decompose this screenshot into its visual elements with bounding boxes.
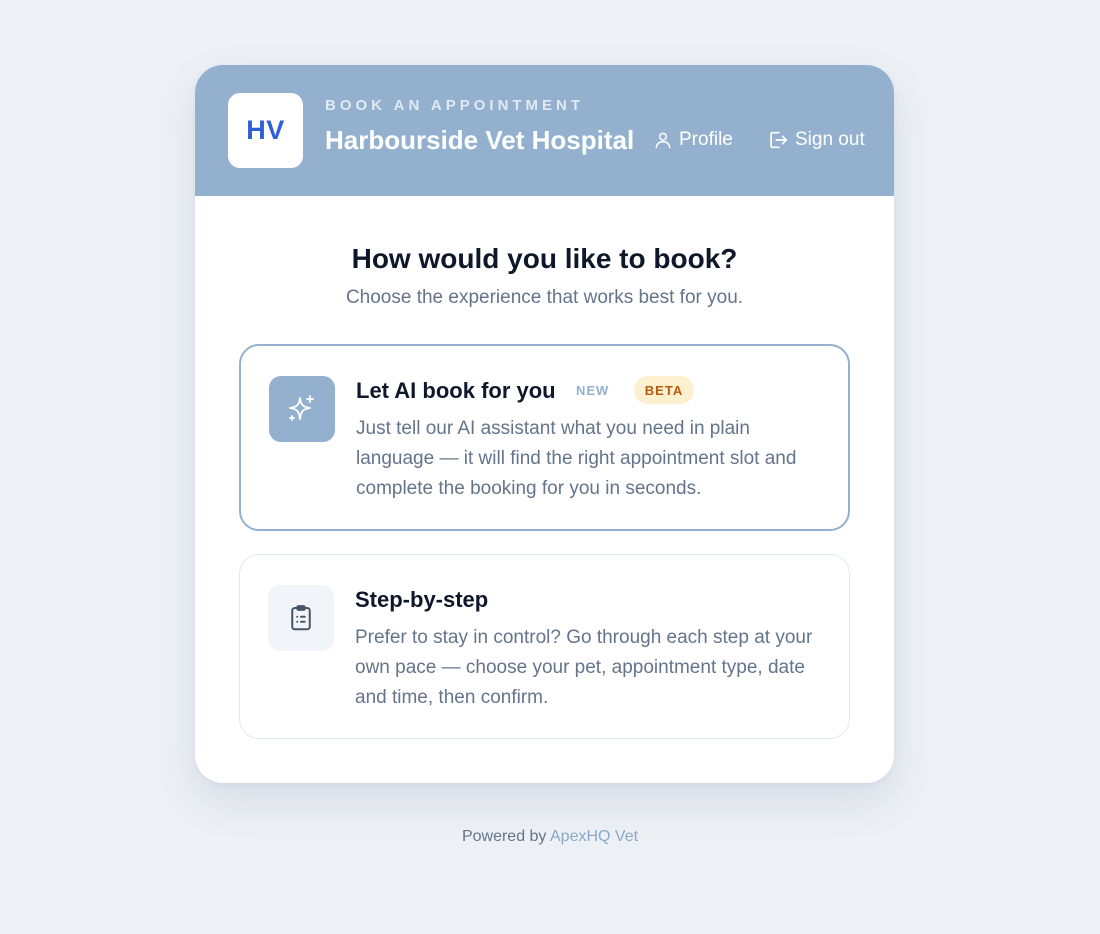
- hospital-name: Harbourside Vet Hospital: [325, 125, 635, 155]
- card-header: HV BOOK AN APPOINTMENT Harbourside Vet H…: [195, 65, 894, 196]
- sign-out-button[interactable]: Sign out: [767, 129, 865, 151]
- footer: Powered by ApexHQ Vet: [0, 828, 1100, 846]
- sparkle-icon: [269, 376, 335, 442]
- hospital-logo: HV: [228, 93, 303, 168]
- booking-card: HV BOOK AN APPOINTMENT Harbourside Vet H…: [195, 65, 894, 783]
- step-option-title: Step-by-step: [355, 587, 489, 612]
- new-tag: NEW: [576, 383, 610, 398]
- header-eyebrow: BOOK AN APPOINTMENT: [325, 97, 585, 114]
- clipboard-list-icon: [268, 585, 334, 651]
- profile-label: Profile: [679, 129, 733, 150]
- sign-out-icon: [767, 129, 789, 151]
- ai-option-description: Just tell our AI assistant what you need…: [356, 418, 797, 499]
- ai-booking-option[interactable]: Let AI book for you NEW BETA Just tell o…: [239, 344, 850, 531]
- footer-brand-link[interactable]: ApexHQ Vet: [550, 828, 638, 845]
- sign-out-label: Sign out: [795, 129, 865, 150]
- ai-option-title: Let AI book for you: [356, 378, 556, 403]
- logo-initials: HV: [246, 115, 285, 145]
- profile-button[interactable]: Profile: [653, 129, 733, 151]
- page-subtitle: Choose the experience that works best fo…: [345, 287, 744, 308]
- footer-prefix: Powered by: [461, 828, 547, 845]
- step-by-step-option[interactable]: Step-by-step Prefer to stay in control? …: [239, 554, 850, 739]
- page-title: How would you like to book?: [351, 243, 738, 274]
- user-icon: [653, 130, 673, 150]
- step-option-description: Prefer to stay in control? Go through ea…: [355, 627, 813, 708]
- beta-badge: BETA: [634, 376, 694, 404]
